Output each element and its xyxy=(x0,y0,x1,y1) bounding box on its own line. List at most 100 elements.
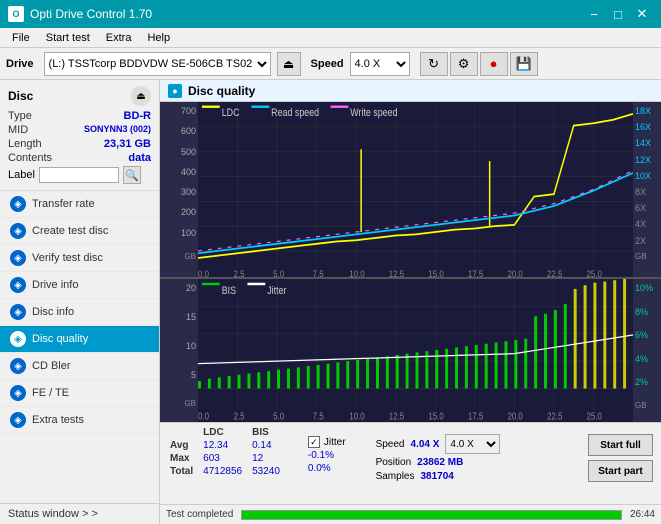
avg-bis-value: 0.14 xyxy=(250,439,288,452)
chart1-svg: LDC Read speed Write speed 0.0 2.5 5.0 7… xyxy=(198,102,633,277)
svg-text:5.0: 5.0 xyxy=(273,268,284,277)
svg-text:2.5: 2.5 xyxy=(234,411,245,422)
menu-extra[interactable]: Extra xyxy=(98,30,140,46)
speed-info-row: Speed 4.04 X 4.0 X xyxy=(376,434,501,454)
menu-start-test[interactable]: Start test xyxy=(38,30,98,46)
sidebar-item-transfer-rate[interactable]: ◈ Transfer rate xyxy=(0,191,159,218)
disc-type-value: BD-R xyxy=(124,110,152,122)
jitter-header-row: ✓ Jitter xyxy=(308,436,346,448)
svg-text:Write speed: Write speed xyxy=(350,108,397,120)
svg-text:5.0: 5.0 xyxy=(273,411,284,422)
maximize-button[interactable]: □ xyxy=(607,5,629,23)
verify-test-disc-icon: ◈ xyxy=(10,250,26,266)
menubar: File Start test Extra Help xyxy=(0,28,661,48)
speed-select[interactable]: 4.0 X xyxy=(350,52,410,76)
start-full-button[interactable]: Start full xyxy=(588,434,653,456)
settings-button[interactable]: ⚙ xyxy=(450,52,478,76)
refresh-button[interactable]: ↻ xyxy=(420,52,448,76)
disc-section: Disc ⏏ Type BD-R MID SONYNN3 (002) Lengt… xyxy=(0,80,159,191)
chart1-y-axis: 700 600 500 400 300 200 100 GB xyxy=(160,102,198,277)
speed-select2[interactable]: 4.0 X xyxy=(445,434,500,454)
drive-buttons: ↻ ⚙ ● 💾 xyxy=(420,52,538,76)
disc-quality-icon: ◈ xyxy=(10,331,26,347)
svg-text:20.0: 20.0 xyxy=(507,411,522,422)
menu-file[interactable]: File xyxy=(4,30,38,46)
avg-jitter-value: -0.1% xyxy=(308,450,334,461)
total-label: Total xyxy=(168,465,201,478)
sidebar-item-extra-tests[interactable]: ◈ Extra tests xyxy=(0,407,159,434)
svg-text:15.0: 15.0 xyxy=(428,411,443,422)
footer-status: Test completed xyxy=(166,509,233,520)
svg-text:Read speed: Read speed xyxy=(271,108,319,120)
transfer-rate-label: Transfer rate xyxy=(32,198,95,210)
svg-text:10.0: 10.0 xyxy=(349,268,365,277)
extra-tests-icon: ◈ xyxy=(10,412,26,428)
save-button[interactable]: 💾 xyxy=(510,52,538,76)
svg-text:10.0: 10.0 xyxy=(349,411,364,422)
titlebar-controls: − □ ✕ xyxy=(583,5,653,23)
disc-label-input[interactable] xyxy=(39,167,119,183)
speed-label: Speed xyxy=(311,58,344,70)
footer-time: 26:44 xyxy=(630,509,655,520)
status-window-button[interactable]: Status window > > xyxy=(0,503,159,524)
stats-table: LDC BIS Avg 12.34 0.14 Max 603 12 Tota xyxy=(168,426,288,478)
record-button[interactable]: ● xyxy=(480,52,508,76)
jitter-checkbox[interactable]: ✓ xyxy=(308,436,320,448)
eject-button[interactable]: ⏏ xyxy=(277,52,301,76)
svg-text:Jitter: Jitter xyxy=(267,285,287,297)
jitter-avg-row: -0.1% xyxy=(308,450,346,461)
disc-mid-label: MID xyxy=(8,124,28,136)
chart2-svg: BIS Jitter 0.0 2.5 5.0 7.5 10.0 12.5 15.… xyxy=(198,279,633,422)
menu-help[interactable]: Help xyxy=(139,30,178,46)
disc-section-label: Disc xyxy=(8,89,33,103)
svg-text:LDC: LDC xyxy=(222,108,240,120)
chart2-area: BIS Jitter 0.0 2.5 5.0 7.5 10.0 12.5 15.… xyxy=(198,279,633,422)
footer: Test completed 26:44 xyxy=(160,504,661,524)
fe-te-label: FE / TE xyxy=(32,387,69,399)
chart1-y-axis-right: 18X 16X 14X 12X 10X 8X 6X 4X 2X GB xyxy=(633,102,661,277)
disc-length-value: 23,31 GB xyxy=(104,138,151,150)
sidebar-item-drive-info[interactable]: ◈ Drive info xyxy=(0,272,159,299)
total-ldc-value: 4712856 xyxy=(201,465,250,478)
svg-text:12.5: 12.5 xyxy=(389,268,405,277)
disc-label-btn[interactable]: 🔍 xyxy=(123,166,141,184)
drive-label: Drive xyxy=(6,58,34,70)
close-button[interactable]: ✕ xyxy=(631,5,653,23)
position-label: Position xyxy=(376,457,412,468)
svg-text:17.5: 17.5 xyxy=(468,411,483,422)
nav-section: ◈ Transfer rate ◈ Create test disc ◈ Ver… xyxy=(0,191,159,503)
disc-length-row: Length 23,31 GB xyxy=(8,138,151,150)
start-part-button[interactable]: Start part xyxy=(588,460,653,482)
total-bis-value: 53240 xyxy=(250,465,288,478)
disc-eject-icon[interactable]: ⏏ xyxy=(131,86,151,106)
main-layout: Disc ⏏ Type BD-R MID SONYNN3 (002) Lengt… xyxy=(0,80,661,524)
position-row: Position 23862 MB xyxy=(376,457,501,468)
disc-info-label: Disc info xyxy=(32,306,74,318)
sidebar-item-fe-te[interactable]: ◈ FE / TE xyxy=(0,380,159,407)
minimize-button[interactable]: − xyxy=(583,5,605,23)
drive-select[interactable]: (L:) TSSTcorp BDDVDW SE-506CB TS02 xyxy=(44,52,271,76)
jitter-section: ✓ Jitter -0.1% 0.0% xyxy=(308,436,346,474)
svg-text:BIS: BIS xyxy=(222,285,237,297)
sidebar-item-disc-quality[interactable]: ◈ Disc quality xyxy=(0,326,159,353)
svg-text:15.0: 15.0 xyxy=(428,268,444,277)
create-test-disc-icon: ◈ xyxy=(10,223,26,239)
chart1-ldc: 700 600 500 400 300 200 100 GB xyxy=(160,102,661,279)
fe-te-icon: ◈ xyxy=(10,385,26,401)
sidebar-item-verify-test-disc[interactable]: ◈ Verify test disc xyxy=(0,245,159,272)
right-section: Speed 4.04 X 4.0 X Position 23862 MB Sam… xyxy=(376,434,501,482)
disc-quality-label: Disc quality xyxy=(32,333,88,345)
sidebar-item-create-test-disc[interactable]: ◈ Create test disc xyxy=(0,218,159,245)
disc-contents-label: Contents xyxy=(8,152,52,164)
col-bis-header: BIS xyxy=(250,426,288,439)
sidebar-item-cd-bler[interactable]: ◈ CD Bler xyxy=(0,353,159,380)
disc-type-label: Type xyxy=(8,110,32,122)
svg-text:25.0: 25.0 xyxy=(587,268,603,277)
disc-contents-row: Contents data xyxy=(8,152,151,164)
svg-text:20.0: 20.0 xyxy=(507,268,523,277)
sidebar-item-disc-info[interactable]: ◈ Disc info xyxy=(0,299,159,326)
charts-container: 700 600 500 400 300 200 100 GB xyxy=(160,102,661,422)
progress-fill xyxy=(242,511,621,519)
svg-text:7.5: 7.5 xyxy=(313,411,324,422)
create-test-disc-label: Create test disc xyxy=(32,225,108,237)
